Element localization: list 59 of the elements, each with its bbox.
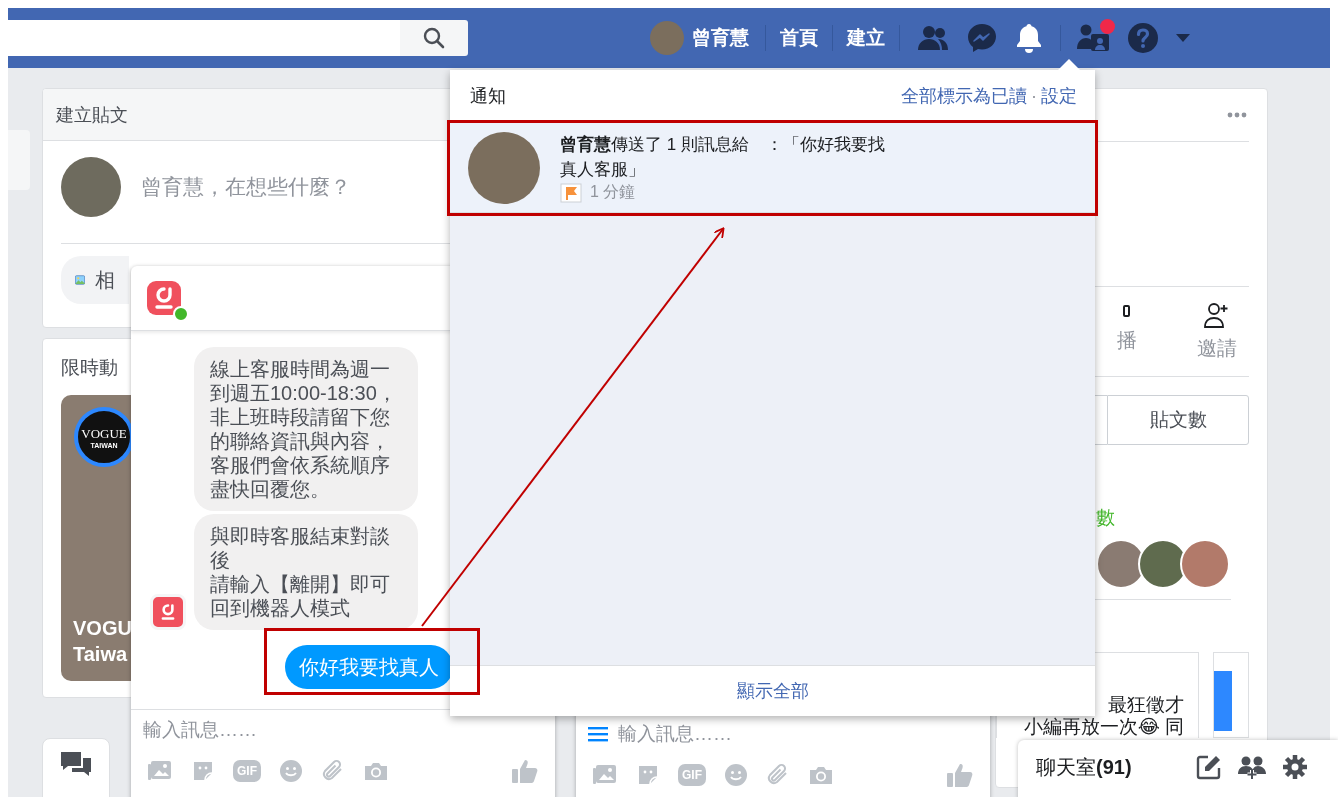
more-icon[interactable] (1227, 112, 1247, 118)
search-icon (423, 27, 445, 49)
image-placeholder (1214, 671, 1233, 731)
settings-link[interactable]: 設定 (1041, 84, 1077, 108)
paperclip-icon[interactable] (321, 759, 345, 783)
settings-icon[interactable] (1282, 754, 1308, 780)
nav-link[interactable]: 首頁 (774, 25, 824, 51)
bell-icon (1014, 22, 1044, 54)
likes-label: 數 (1096, 506, 1116, 530)
panel-action[interactable]: 邀請 (1197, 301, 1237, 362)
photo-button[interactable]: 相 (61, 256, 129, 304)
notification-text: 曾育慧傳送了 1 則訊息給 ：「你好我要找真人客服」 (560, 134, 886, 181)
tab[interactable]: 貼文數 (1107, 395, 1249, 445)
bot-message-bubble: 線上客服時間為週一到週五10:00-18:30，非上班時段請留下您的聯絡資訊與內容，客服們會依系統順序盡快回覆您。 (194, 347, 418, 511)
emoji-icon[interactable] (279, 759, 303, 783)
avatar-photo (61, 157, 121, 217)
separator-dot: · (1031, 85, 1037, 107)
help-icon (1127, 22, 1159, 54)
card-title: 限時動 (61, 357, 118, 378)
search-button[interactable] (400, 20, 468, 56)
mark-all-read-link[interactable]: 全部標示為已讀 (901, 84, 1027, 108)
messenger-icon (966, 22, 998, 54)
sticker-icon[interactable] (191, 759, 215, 783)
thumbs-up-icon[interactable] (946, 762, 974, 788)
menu-icon[interactable] (588, 726, 608, 742)
emoji-icon[interactable] (724, 763, 748, 787)
sticker-icon[interactable] (636, 763, 660, 787)
dropdown-title: 通知 (470, 85, 506, 108)
notification-time: 1 分鐘 (590, 182, 636, 202)
add-person-icon (1203, 301, 1231, 329)
user-message-bubble: 你好我要找真人 (285, 645, 453, 689)
chat-bar-label: 聊天室(91) (1036, 754, 1132, 780)
message-input[interactable]: 輸入訊息…… (131, 709, 555, 750)
caret-icon (1175, 33, 1191, 43)
avatar-photo (650, 21, 684, 55)
chat-bar[interactable]: 聊天室(91) (1018, 740, 1338, 797)
panel-action[interactable]: 播 (1117, 301, 1137, 362)
post-preview-text: 小編再放一次😂 同 (1023, 716, 1185, 738)
photo-icon[interactable] (592, 763, 618, 787)
story-caption: VOGU Taiwa (73, 616, 132, 667)
thumbs-up-icon[interactable] (511, 758, 539, 784)
friends-icon (916, 24, 950, 52)
chat-tab[interactable] (42, 738, 110, 797)
post-preview-card[interactable] (1213, 652, 1249, 738)
paperclip-icon[interactable] (766, 763, 790, 787)
profile-link[interactable]: 曾育慧 (642, 21, 757, 55)
brand-logo-icon (147, 281, 181, 315)
card-title: 建立貼文 (56, 103, 128, 127)
flag-icon (560, 182, 582, 203)
photo-icon[interactable] (147, 759, 173, 783)
post-prompt[interactable]: 曾育慧，在想些什麼？ (141, 173, 351, 201)
nav-link[interactable]: 建立 (841, 25, 891, 51)
post-preview-text: 最狂徵才 (1108, 694, 1185, 716)
compose-icon[interactable] (1196, 754, 1222, 780)
show-all-link[interactable]: 顯示全部 (450, 665, 1095, 716)
message-input[interactable]: 輸入訊息…… (618, 714, 990, 754)
search-field[interactable] (8, 20, 400, 56)
bot-message-bubble: 與即時客服結束對談後 請輸入【離開】即可回到機器人模式 (194, 514, 418, 630)
add-people-icon[interactable] (1238, 754, 1266, 780)
